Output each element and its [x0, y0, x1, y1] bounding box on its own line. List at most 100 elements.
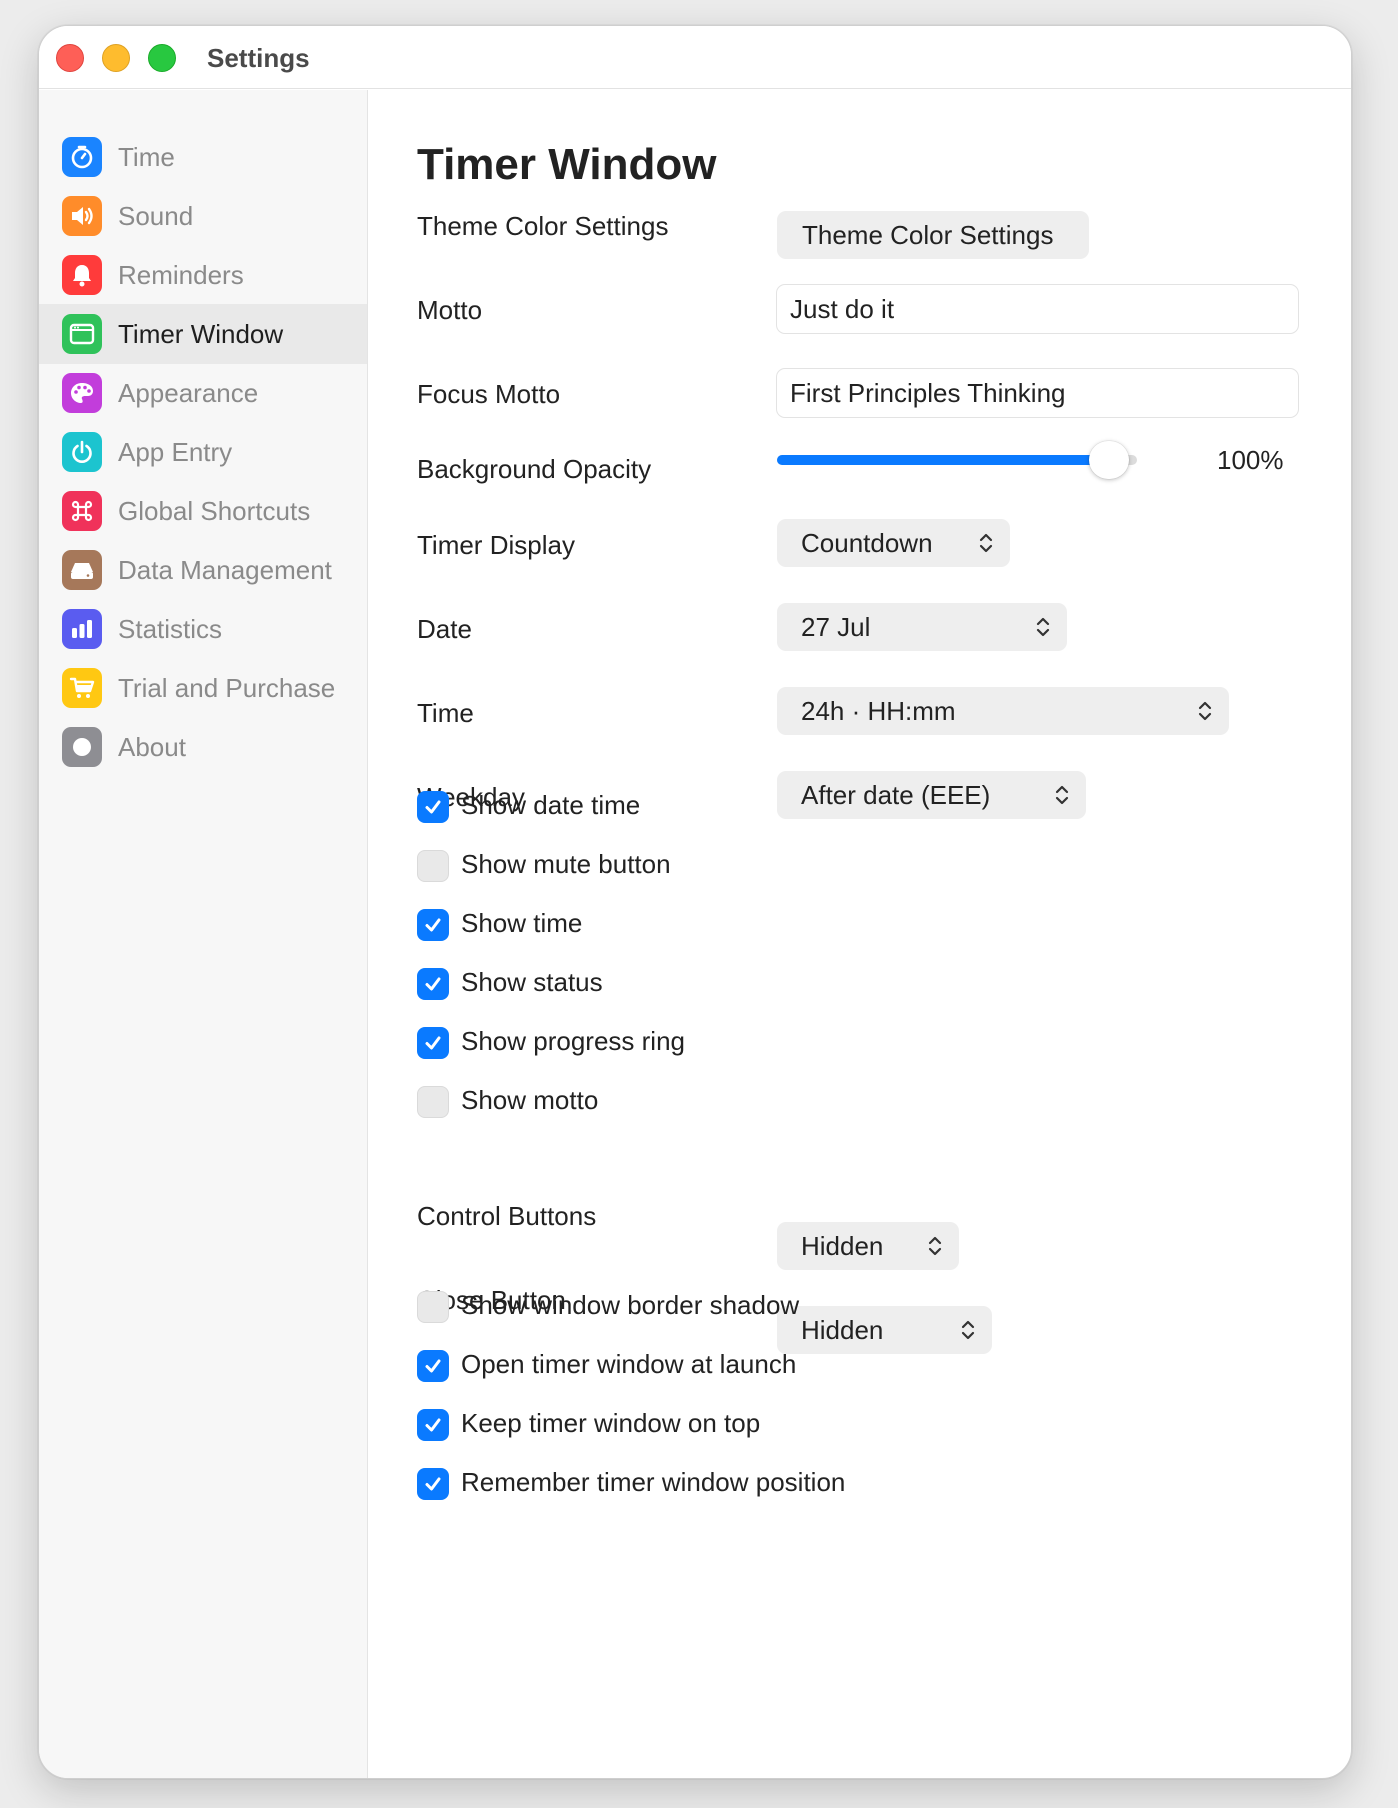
motto-field-value: Just do it [790, 293, 895, 324]
theme-color-settings-button[interactable]: Theme Color Settings [777, 211, 1089, 259]
focus-motto-field[interactable]: First Principles Thinking [776, 368, 1299, 418]
sidebar-item-label: App Entry [118, 437, 233, 467]
checkbox-checked[interactable] [417, 791, 449, 823]
sidebar-item-data-management[interactable]: Data Management [39, 540, 367, 600]
checkbox-checked[interactable] [417, 1409, 449, 1441]
timer-icon [62, 137, 102, 177]
checkbox-label: Show window border shadow [461, 1290, 800, 1320]
control-buttons-value: Hidden [801, 1230, 884, 1261]
chevron-up-down-icon [979, 533, 993, 553]
sidebar-item-time[interactable]: Time [39, 127, 367, 187]
date-value: 27 Jul [801, 611, 871, 642]
sidebar-item-label: Reminders [118, 260, 244, 290]
motto-field[interactable]: Just do it [776, 284, 1299, 334]
checkbox-unchecked[interactable] [417, 1291, 449, 1323]
sidebar-item-label: Data Management [118, 555, 332, 585]
window-icon [62, 314, 102, 354]
sidebar-item-global-shortcuts[interactable]: Global Shortcuts [39, 481, 367, 541]
title-bar: Settings [39, 26, 1351, 89]
control-buttons-select[interactable]: Hidden [777, 1222, 959, 1270]
sidebar-item-trial-and-purchase[interactable]: Trial and Purchase [39, 658, 367, 718]
circle-icon [62, 727, 102, 767]
zoom-window-button[interactable] [148, 44, 176, 72]
sidebar-item-sound[interactable]: Sound [39, 186, 367, 246]
sidebar-item-label: About [118, 732, 186, 762]
sidebar-item-timer-window[interactable]: Timer Window [39, 304, 367, 364]
checkbox-unchecked[interactable] [417, 1086, 449, 1118]
timer-display-select[interactable]: Countdown [777, 519, 1010, 567]
sidebar-item-reminders[interactable]: Reminders [39, 245, 367, 305]
checkbox-label: Show motto [461, 1085, 599, 1115]
checkbox-checked[interactable] [417, 1350, 449, 1382]
window-title: Settings [207, 43, 310, 73]
minimize-window-button[interactable] [102, 44, 130, 72]
checkbox-label: Remember timer window position [461, 1467, 846, 1497]
background-opacity-slider[interactable] [777, 441, 1137, 479]
checkbox-checked[interactable] [417, 968, 449, 1000]
command-icon [62, 491, 102, 531]
checkbox-label: Show status [461, 967, 603, 997]
date-label: Date [417, 614, 472, 644]
checkmark-icon [425, 1036, 441, 1050]
motto-label: Motto [417, 295, 483, 325]
chevron-up-down-icon [1198, 701, 1212, 721]
date-select[interactable]: 27 Jul [777, 603, 1067, 651]
checkbox-label: Show mute button [461, 849, 671, 879]
chevron-up-down-icon [1055, 785, 1069, 805]
sidebar-item-app-entry[interactable]: App Entry [39, 422, 367, 482]
power-icon [62, 432, 102, 472]
settings-content: Timer Window Theme Color Settings Theme … [368, 90, 1351, 1778]
time-format-select[interactable]: 24h · HH:mm [777, 687, 1229, 735]
checkmark-icon [425, 1418, 441, 1432]
sidebar: Time Sound Reminders Timer Window Appear… [39, 90, 368, 1778]
theme-color-settings-button-label: Theme Color Settings [802, 219, 1054, 250]
sidebar-item-about[interactable]: About [39, 717, 367, 777]
bell-icon [62, 255, 102, 295]
theme-color-label: Theme Color Settings [417, 211, 669, 241]
sidebar-item-label: Time [118, 142, 175, 172]
checkmark-icon [425, 977, 441, 991]
time-format-value: 24h · HH:mm [801, 695, 956, 726]
checkmark-icon [425, 1359, 441, 1373]
bar-chart-icon [62, 609, 102, 649]
checkmark-icon [425, 918, 441, 932]
speaker-icon [62, 196, 102, 236]
palette-icon [62, 373, 102, 413]
weekday-value: After date (EEE) [801, 779, 991, 810]
checkbox-checked[interactable] [417, 1468, 449, 1500]
sidebar-item-label: Global Shortcuts [118, 496, 311, 526]
timer-display-value: Countdown [801, 527, 933, 558]
checkmark-icon [425, 800, 441, 814]
checkbox-label: Show progress ring [461, 1026, 685, 1056]
checkbox-label: Open timer window at launch [461, 1349, 797, 1379]
sidebar-item-label: Appearance [118, 378, 259, 408]
checkbox-checked[interactable] [417, 909, 449, 941]
close-window-button[interactable] [56, 44, 84, 72]
chevron-up-down-icon [928, 1236, 942, 1256]
page-title: Timer Window [417, 140, 717, 189]
focus-motto-label: Focus Motto [417, 379, 561, 409]
checkbox-unchecked[interactable] [417, 850, 449, 882]
weekday-select[interactable]: After date (EEE) [777, 771, 1086, 819]
sidebar-item-appearance[interactable]: Appearance [39, 363, 367, 423]
chevron-up-down-icon [1036, 617, 1050, 637]
time-format-label: Time [417, 698, 474, 728]
checkbox-label: Show time [461, 908, 583, 938]
slider-thumb[interactable] [1089, 441, 1129, 479]
sidebar-item-label: Trial and Purchase [118, 673, 336, 703]
checkbox-checked[interactable] [417, 1027, 449, 1059]
cart-icon [62, 668, 102, 708]
sidebar-item-statistics[interactable]: Statistics [39, 599, 367, 659]
background-opacity-label: Background Opacity [417, 454, 652, 484]
slider-fill [777, 455, 1117, 465]
close-button-select[interactable]: Hidden [777, 1306, 992, 1354]
drive-icon [62, 550, 102, 590]
checkbox-label: Keep timer window on top [461, 1408, 761, 1438]
checkbox-label: Show date time [461, 790, 641, 820]
settings-window: Settings Time Sound Reminders Timer Wind… [38, 25, 1352, 1779]
chevron-up-down-icon [961, 1320, 975, 1340]
sidebar-item-label: Timer Window [118, 319, 284, 349]
timer-display-label: Timer Display [417, 530, 575, 560]
control-buttons-label: Control Buttons [417, 1201, 597, 1231]
background-opacity-value: 100% [1217, 445, 1284, 475]
